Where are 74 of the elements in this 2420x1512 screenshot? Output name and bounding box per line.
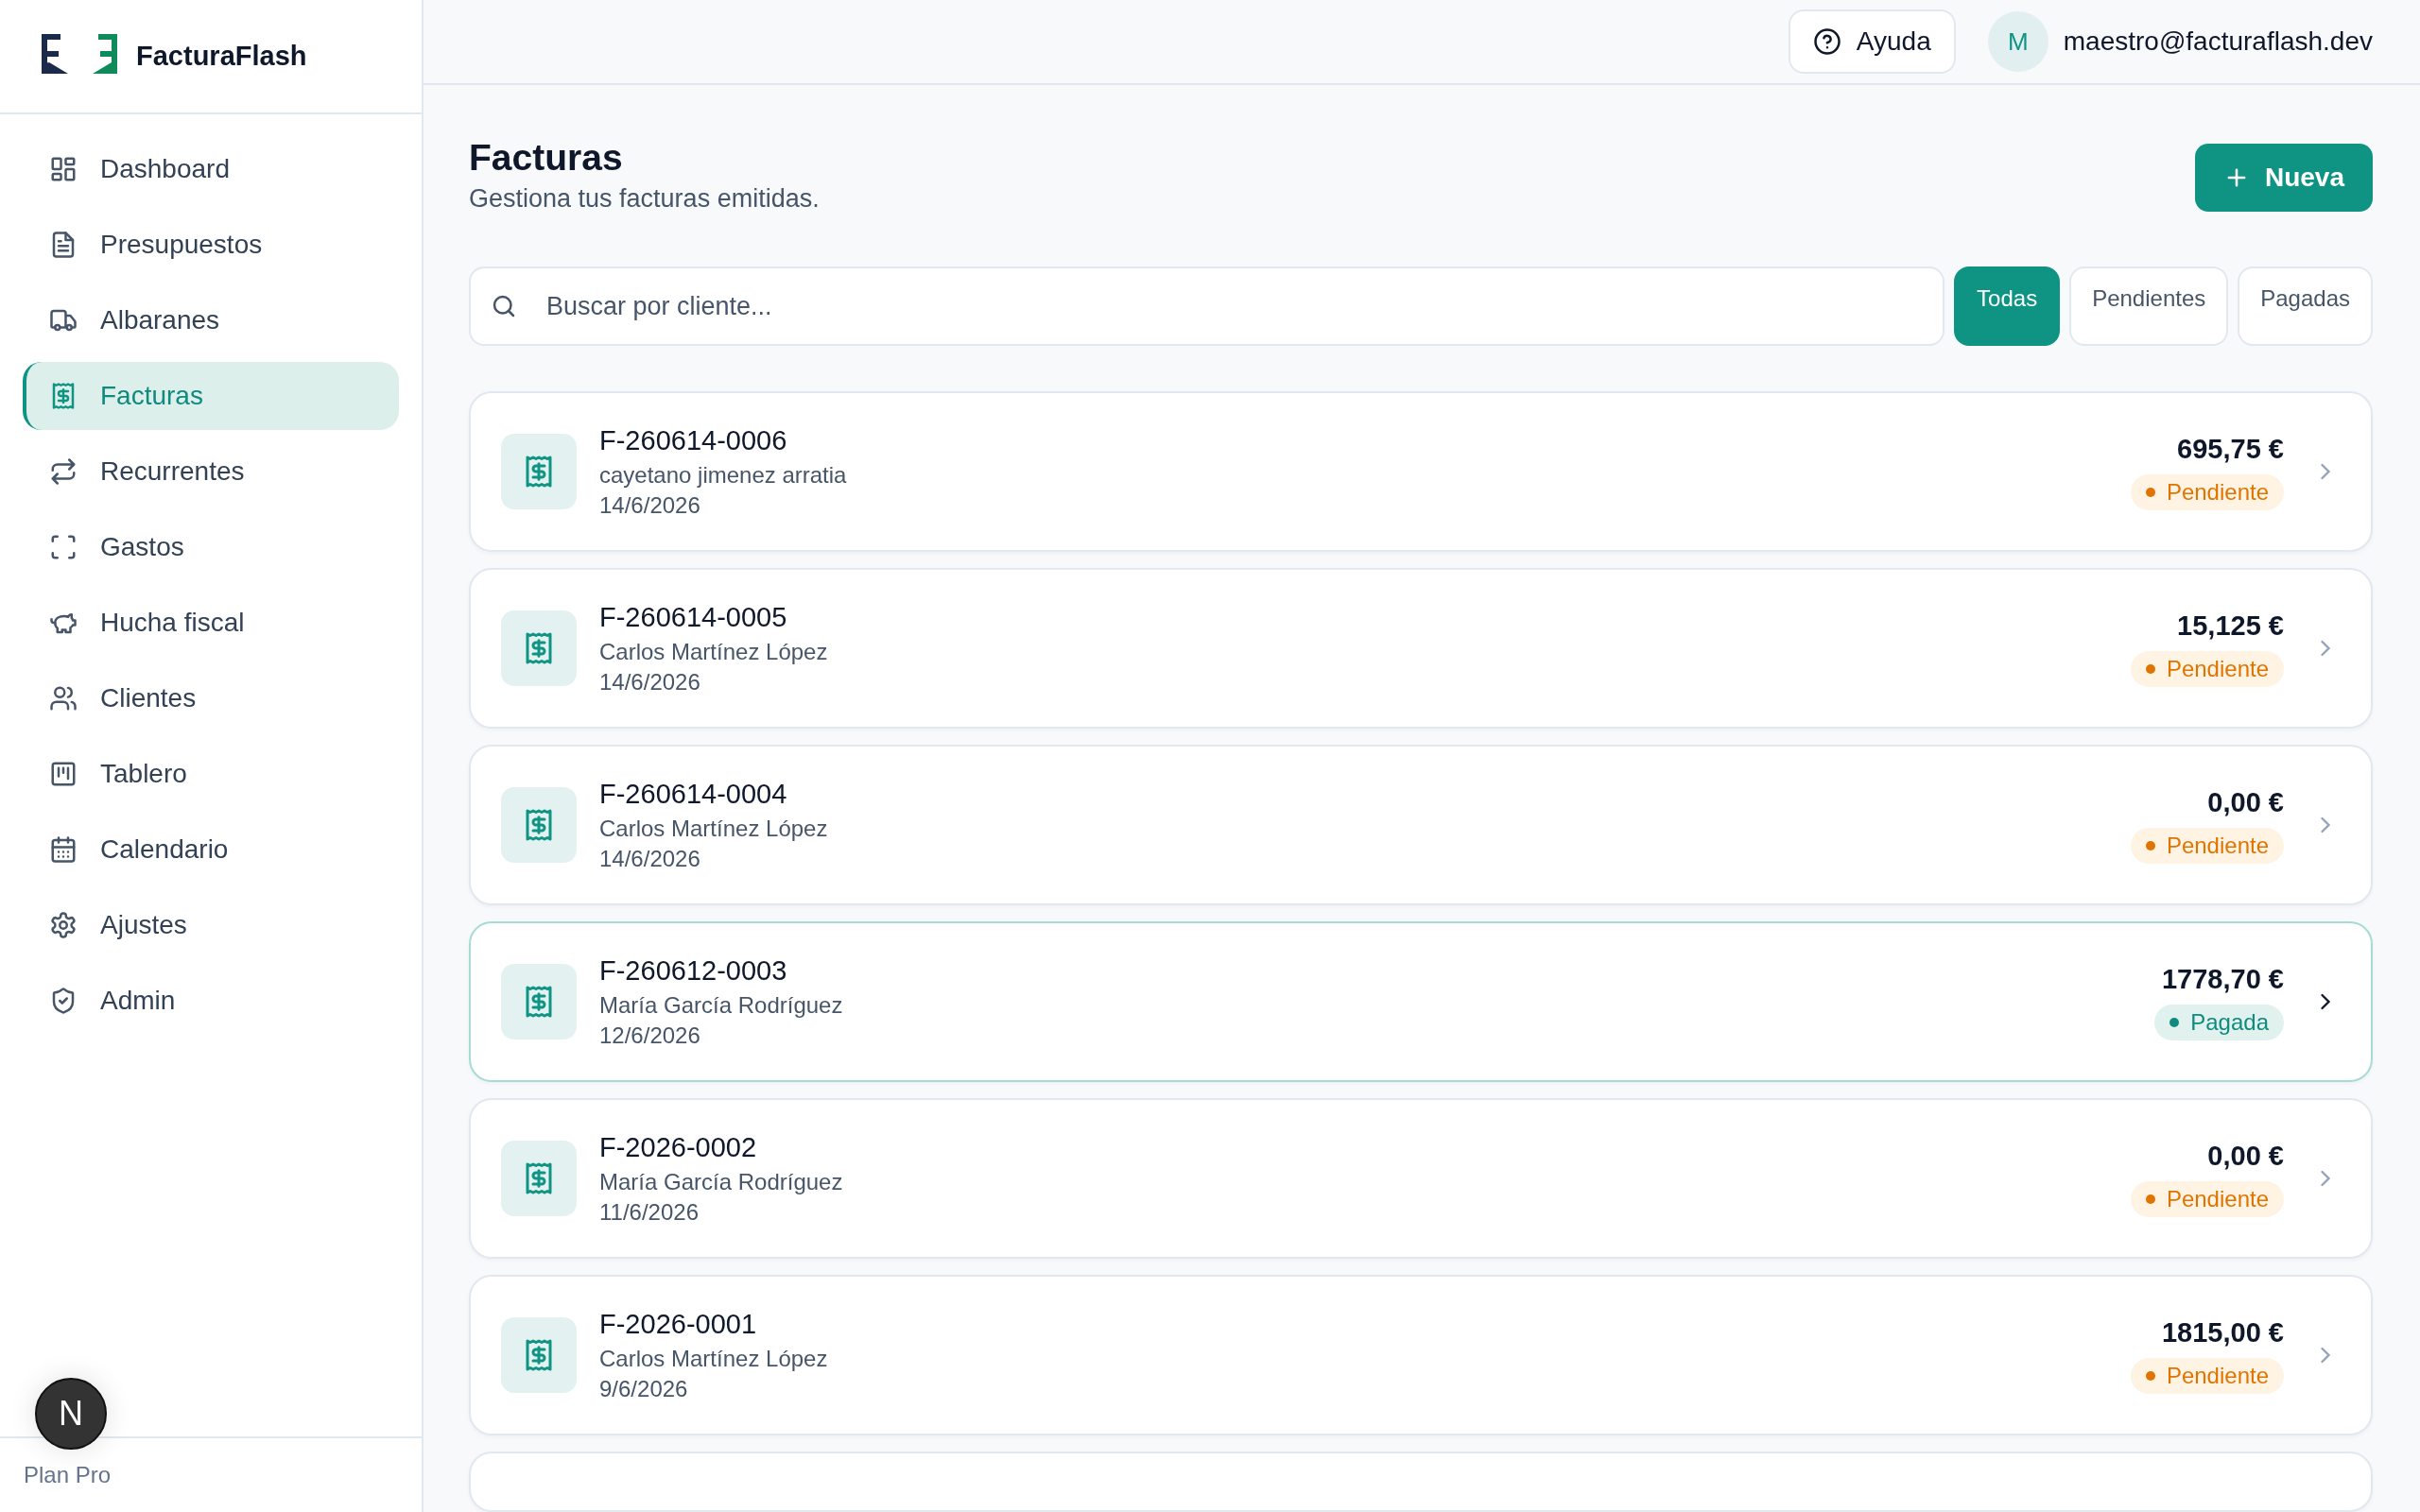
sidebar-item[interactable]: Ajustes	[23, 891, 399, 959]
invoice-number: F-260614-0005	[599, 601, 788, 633]
help-button[interactable]: Ayuda	[1788, 9, 1956, 75]
repeat-icon	[49, 457, 78, 486]
scan-frame-icon	[49, 533, 78, 561]
invoice-amount: 15,125 €	[2177, 610, 2284, 642]
status-badge: Pendiente	[2130, 473, 2284, 510]
invoice-number: F-2026-0001	[599, 1308, 758, 1340]
sidebar-item[interactable]: Calendario	[23, 816, 399, 884]
invoice-amount: 1815,00 €	[2162, 1316, 2284, 1349]
invoice-date: 14/6/2026	[599, 668, 701, 696]
invoice-card[interactable]: F-2026-0001 Carlos Martínez López 9/6/2026 1815,00 € Pendiente	[469, 1275, 2373, 1435]
dev-tools-button[interactable]: N	[35, 1378, 107, 1450]
sidebar-item[interactable]: Clientes	[23, 664, 399, 732]
invoice-card[interactable]: F-2026-0002 María García Rodríguez 11/6/2026 0,00 € Pendiente	[469, 1098, 2373, 1259]
invoice-card[interactable]: F-260614-0004 Carlos Martínez López 14/6/2026 0,00 € Pendiente	[469, 745, 2373, 905]
invoice-number: F-260614-0004	[599, 778, 788, 810]
plan-label: Plan Pro	[24, 1462, 112, 1488]
status-badge: Pendiente	[2130, 1357, 2284, 1394]
invoice-number: F-260614-0006	[599, 424, 788, 456]
sidebar-item[interactable]: Presupuestos	[23, 211, 399, 279]
client-name: Carlos Martínez López	[599, 638, 829, 665]
dashboard-icon	[49, 155, 78, 183]
invoice-amount: 695,75 €	[2177, 433, 2284, 465]
invoice-date: 14/6/2026	[599, 845, 701, 872]
invoice-date: 12/6/2026	[599, 1022, 701, 1049]
receipt-icon	[501, 787, 577, 863]
new-invoice-button[interactable]: Nueva	[2194, 144, 2373, 213]
page-title: Facturas	[469, 136, 624, 180]
invoice-date: 11/6/2026	[599, 1198, 700, 1226]
settings-icon	[49, 911, 78, 939]
invoice-card[interactable]: F-260614-0005 Carlos Martínez López 14/6/2026 15,125 € Pendiente	[469, 568, 2373, 729]
status-badge: Pendiente	[2130, 1180, 2284, 1217]
invoice-amount: 1778,70 €	[2162, 963, 2284, 995]
sidebar-item[interactable]: Albaranes	[23, 286, 399, 354]
invoice-card[interactable]: F-260614-0006 cayetano jimenez arratia 14/6/2026 695,75 € Pendiente	[469, 391, 2373, 552]
client-name: María García Rodríguez	[599, 991, 844, 1019]
receipt-icon	[501, 1141, 577, 1216]
board-icon	[49, 760, 78, 788]
filter-tab[interactable]: Todas	[1954, 266, 2061, 346]
sidebar-item[interactable]: Dashboard	[23, 135, 399, 203]
sidebar-item[interactable]: Facturas	[23, 362, 399, 430]
invoice-date: 14/6/2026	[599, 491, 701, 519]
receipt-icon	[501, 610, 577, 686]
invoice-number: F-260612-0003	[599, 954, 788, 987]
status-badge: Pendiente	[2130, 650, 2284, 687]
sidebar-item[interactable]: Admin	[23, 967, 399, 1035]
receipt-icon	[501, 1317, 577, 1393]
users-icon	[49, 684, 78, 713]
search-field[interactable]: Buscar por cliente...	[469, 266, 1945, 346]
help-icon	[1812, 27, 1841, 57]
page-subtitle: Gestiona tus facturas emitidas.	[469, 184, 820, 214]
calendar-icon	[49, 835, 78, 864]
status-badge: Pagada	[2154, 1004, 2284, 1040]
receipt-icon	[501, 964, 577, 1040]
invoice-card[interactable]: F-260612-0003 María García Rodríguez 12/6/2026 1778,70 € Pagada	[469, 921, 2373, 1082]
sidebar-item[interactable]: Recurrentes	[23, 438, 399, 506]
invoice-number: F-2026-0002	[599, 1131, 758, 1163]
invoice-date: 9/6/2026	[599, 1375, 689, 1402]
brand-name: FacturaFlash	[136, 41, 307, 72]
client-name: Carlos Martínez López	[599, 1345, 829, 1372]
client-name: María García Rodríguez	[599, 1168, 844, 1195]
sidebar-item[interactable]: Tablero	[23, 740, 399, 808]
invoice-amount: 0,00 €	[2207, 786, 2284, 818]
filter-tab[interactable]: Pendientes	[2069, 266, 2229, 346]
client-name: Carlos Martínez López	[599, 815, 829, 842]
sidebar-item[interactable]: Gastos	[23, 513, 399, 581]
client-name: cayetano jimenez arratia	[599, 461, 848, 489]
invoice-amount: 0,00 €	[2207, 1140, 2284, 1172]
filter-tab[interactable]: Pagadas	[2238, 266, 2373, 346]
sidebar-item[interactable]: Hucha fiscal	[23, 589, 399, 657]
user-email: maestro@facturaflash.dev	[2063, 26, 2373, 58]
receipt-icon	[501, 434, 577, 509]
status-badge: Pendiente	[2130, 827, 2284, 864]
